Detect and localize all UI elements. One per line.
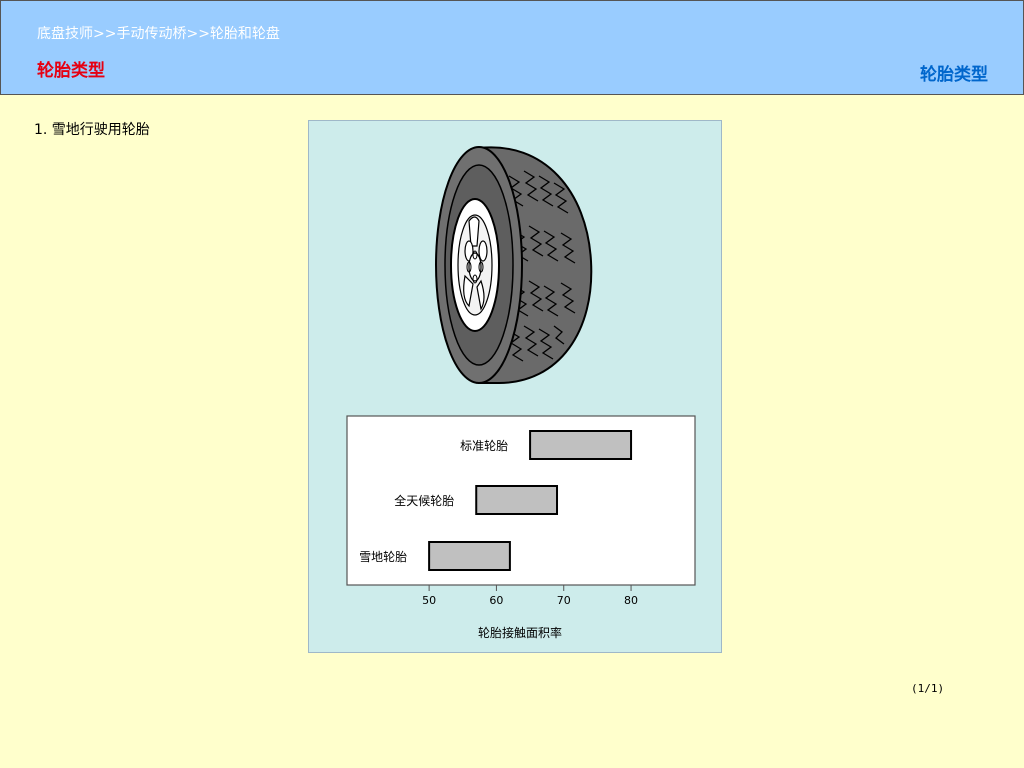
item-label: 1. 雪地行驶用轮胎 xyxy=(34,122,150,138)
figure-svg: 标准轮胎全天候轮胎雪地轮胎 50 60 70 80 轮胎接触面积率 xyxy=(346,146,696,640)
bar-2 xyxy=(428,541,511,571)
page-indicator: (1/1) xyxy=(911,682,945,695)
breadcrumb: 底盘技师>>手动传动桥>>轮胎和轮盘 xyxy=(37,26,280,42)
x-tick-label-3: 80 xyxy=(624,594,638,607)
bar-1 xyxy=(475,485,559,515)
x-axis-label: 轮胎接触面积率 xyxy=(478,625,562,640)
bar-label-2: 雪地轮胎 xyxy=(359,550,407,564)
bar-label-0: 标准轮胎 xyxy=(460,439,508,453)
bar-0 xyxy=(529,430,633,460)
tire-figure: 标准轮胎全天候轮胎雪地轮胎 50 60 70 80 轮胎接触面积率 xyxy=(308,120,722,653)
tire-illustration-icon xyxy=(435,146,593,384)
section-title: 轮胎类型 xyxy=(37,61,105,81)
header-right-title: 轮胎类型 xyxy=(920,65,988,85)
x-tick-label-1: 60 xyxy=(489,594,503,607)
x-tick-label-2: 70 xyxy=(557,594,571,607)
x-tick-label-0: 50 xyxy=(422,594,436,607)
header-bar: 底盘技师>>手动传动桥>>轮胎和轮盘 轮胎类型 轮胎类型 xyxy=(0,0,1024,95)
bar-label-1: 全天候轮胎 xyxy=(394,493,454,508)
